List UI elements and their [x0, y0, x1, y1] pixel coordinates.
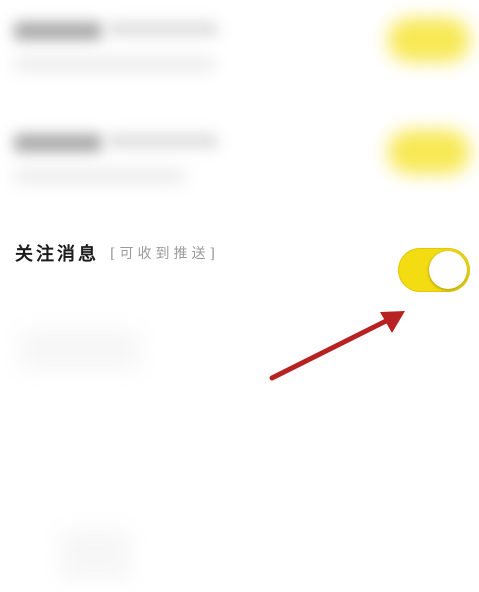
blurred-toggle[interactable]: [388, 18, 470, 62]
blurred-background: [60, 530, 130, 580]
blurred-subtext: [14, 58, 214, 70]
blurred-setting-row-1: [0, 0, 479, 90]
follow-messages-setting-row: 关注消息 [可收到推送]: [0, 230, 479, 310]
blurred-background: [20, 330, 140, 370]
blurred-subtext: [14, 170, 184, 182]
follow-messages-toggle[interactable]: [398, 248, 470, 292]
setting-hint: [可收到推送]: [110, 246, 219, 262]
blurred-title: [14, 134, 102, 152]
setting-title: 关注消息: [15, 244, 99, 265]
blurred-description: [108, 22, 218, 36]
toggle-knob: [429, 251, 467, 289]
blurred-description: [108, 134, 218, 148]
blurred-setting-row-2: [0, 112, 479, 202]
blurred-title: [14, 22, 102, 40]
blurred-toggle[interactable]: [388, 130, 470, 174]
